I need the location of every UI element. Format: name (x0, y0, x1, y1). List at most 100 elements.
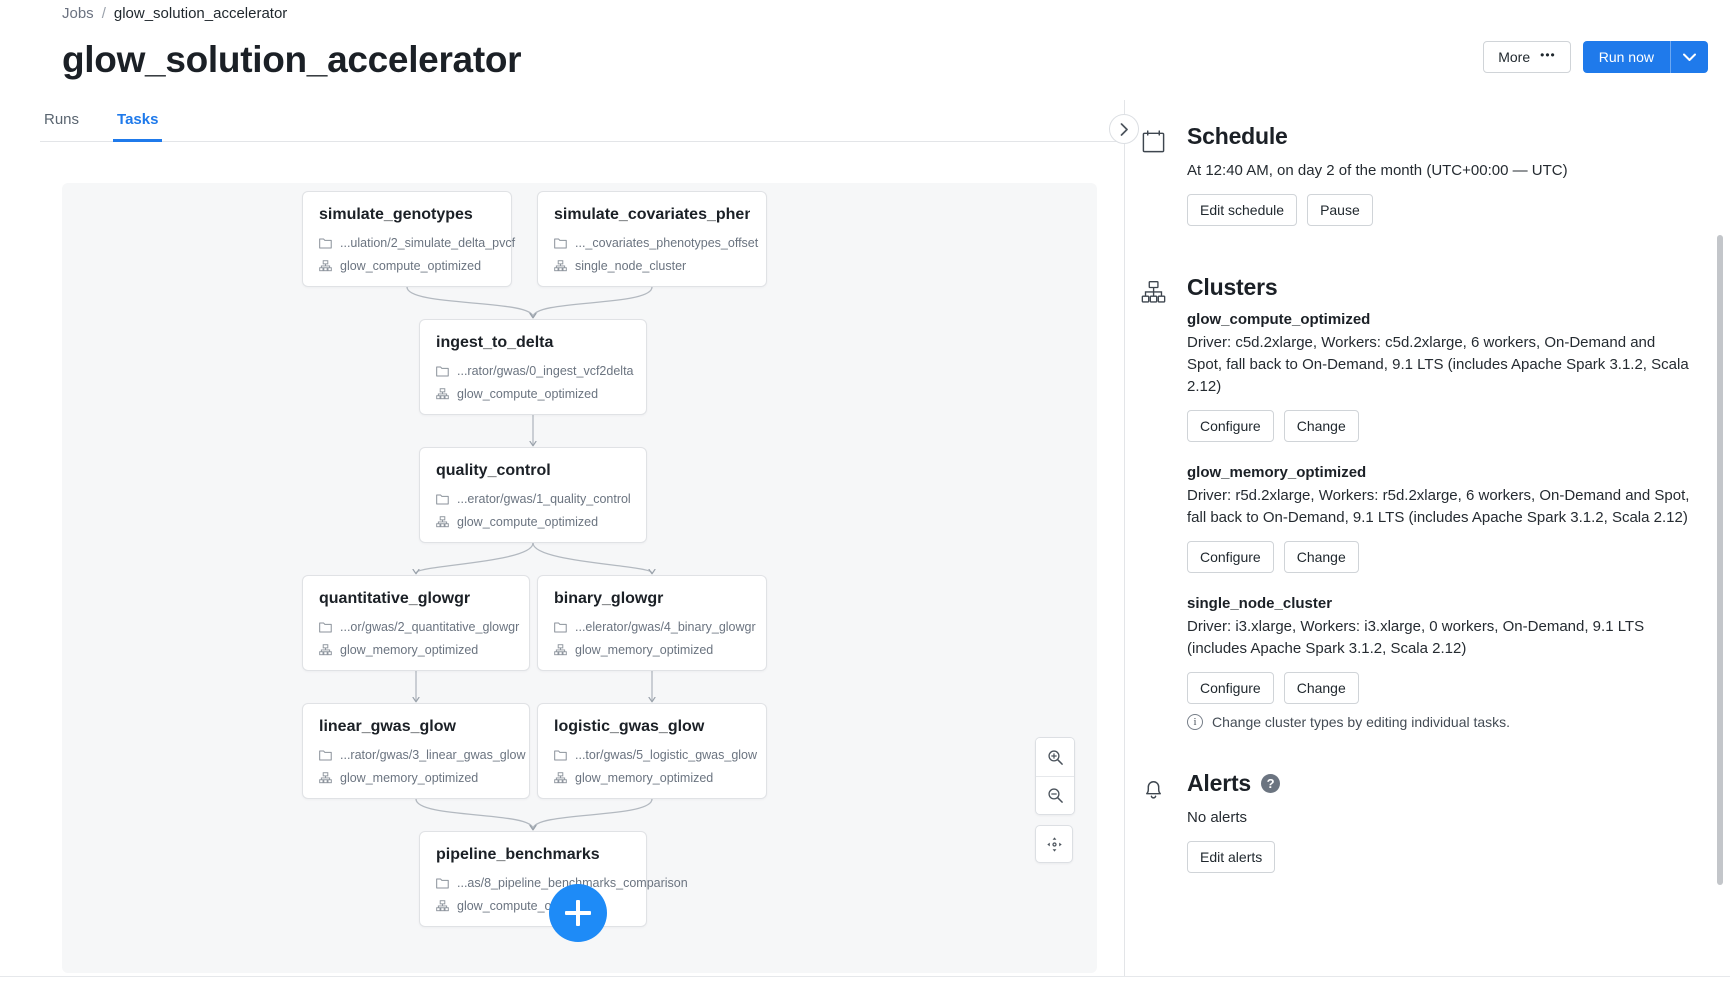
page-title: glow_solution_accelerator (62, 39, 522, 80)
schedule-heading: Schedule (1187, 123, 1288, 149)
change-cluster-button[interactable]: Change (1283, 410, 1359, 442)
run-now-button-group: Run now (1582, 41, 1708, 73)
task-node[interactable]: ingest_to_delta ...rator/gwas/0_ingest_v… (419, 319, 647, 415)
task-node-cluster: glow_memory_optimized (340, 643, 479, 657)
task-node[interactable]: linear_gwas_glow ...rator/gwas/3_linear_… (302, 703, 530, 799)
cluster-name: glow_memory_optimized (1187, 464, 1367, 481)
task-graph-canvas[interactable]: simulate_genotypes ...ulation/2_simulate… (62, 183, 1097, 973)
task-node-title: logistic_gwas_glow (554, 718, 705, 735)
fit-view-icon (1046, 836, 1062, 852)
task-node-path: ...elerator/gwas/4_binary_glowgr (575, 620, 756, 634)
calendar-icon (1142, 130, 1165, 153)
schedule-description: At 12:40 AM, on day 2 of the month (UTC+… (1187, 162, 1568, 179)
job-details-sidebar: Schedule At 12:40 AM, on day 2 of the mo… (1125, 101, 1730, 990)
jobs-task-graph-page: Jobs / glow_solution_accelerator glow_so… (0, 0, 1730, 990)
edit-schedule-button[interactable]: Edit schedule (1187, 194, 1298, 226)
breadcrumb-jobs-link[interactable]: Jobs (62, 5, 94, 22)
schedule-body: Schedule At 12:40 AM, on day 2 of the mo… (1187, 123, 1690, 248)
task-node-path: ...or/gwas/2_quantitative_glowgr (340, 620, 520, 634)
graph-zoom-controls (1035, 737, 1075, 863)
add-task-button[interactable] (549, 884, 607, 942)
zoom-in-icon (1047, 749, 1063, 765)
cluster-icon (554, 644, 567, 656)
task-node[interactable]: quality_control ...erator/gwas/1_quality… (419, 447, 647, 543)
header-actions: More ••• Run now (1483, 41, 1708, 73)
zoom-out-icon (1047, 788, 1063, 803)
run-now-button[interactable]: Run now (1582, 41, 1670, 73)
edit-alerts-button[interactable]: Edit alerts (1187, 841, 1276, 873)
task-node-cluster-row: glow_compute_optimized (436, 515, 630, 529)
alerts-buttons: Edit alerts (1187, 841, 1690, 873)
alerts-empty-text: No alerts (1187, 809, 1248, 826)
task-node[interactable]: binary_glowgr ...elerator/gwas/4_binary_… (537, 575, 767, 671)
task-node[interactable]: quantitative_glowgr ...or/gwas/2_quantit… (302, 575, 530, 671)
folder-icon (554, 622, 567, 633)
zoom-button-stack (1035, 737, 1075, 815)
configure-cluster-button[interactable]: Configure (1187, 541, 1274, 573)
task-node-title: simulate_genotypes (319, 206, 473, 223)
cluster-spec: Driver: r5d.2xlarge, Workers: r5d.2xlarg… (1187, 487, 1690, 526)
cluster-note-text: Change cluster types by editing individu… (1212, 714, 1511, 730)
cluster-note: i Change cluster types by editing indivi… (1187, 714, 1690, 730)
cluster-icon (319, 644, 332, 656)
folder-icon (436, 494, 449, 505)
configure-cluster-button[interactable]: Configure (1187, 672, 1274, 704)
task-node-cluster-row: single_node_cluster (554, 259, 750, 273)
task-node-cluster: glow_compute_optimized (457, 387, 599, 401)
folder-icon (319, 238, 332, 249)
zoom-in-button[interactable] (1036, 738, 1074, 776)
folder-icon (554, 238, 567, 249)
task-node-path-row: ...as/8_pipeline_benchmarks_comparison (436, 876, 688, 890)
folder-icon (554, 750, 567, 761)
change-cluster-button[interactable]: Change (1283, 672, 1359, 704)
clusters-icon-wrap (1141, 274, 1187, 730)
cluster-item: glow_compute_optimized Driver: c5d.2xlar… (1187, 311, 1690, 442)
run-now-dropdown-button[interactable] (1670, 41, 1708, 73)
task-node-title: quantitative_glowgr (319, 590, 471, 607)
ellipsis-icon: ••• (1540, 48, 1556, 62)
task-node-title: pipeline_benchmarks (436, 846, 600, 863)
calendar-icon-wrap (1141, 123, 1187, 248)
task-node[interactable]: simulate_covariates_phen... ..._covariat… (537, 191, 767, 287)
configure-cluster-button[interactable]: Configure (1187, 410, 1274, 442)
tab-tasks[interactable]: Tasks (113, 111, 163, 142)
task-node-cluster: glow_memory_optimized (575, 643, 714, 657)
clusters-section: Clusters glow_compute_optimized Driver: … (1125, 274, 1730, 730)
task-graph-inner: simulate_genotypes ...ulation/2_simulate… (62, 183, 1097, 973)
schedule-buttons: Edit schedule Pause (1187, 194, 1690, 226)
tab-runs[interactable]: Runs (40, 111, 83, 142)
folder-icon (319, 622, 332, 633)
pause-schedule-button[interactable]: Pause (1307, 194, 1373, 226)
task-node[interactable]: logistic_gwas_glow ...tor/gwas/5_logisti… (537, 703, 767, 799)
help-icon[interactable]: ? (1261, 774, 1280, 793)
task-node-title: quality_control (436, 462, 551, 479)
cluster-icon (319, 260, 332, 272)
task-node[interactable]: pipeline_benchmarks ...as/8_pipeline_ben… (419, 831, 688, 927)
alerts-icon-wrap (1141, 770, 1187, 895)
folder-icon (436, 366, 449, 377)
chevron-down-icon (1683, 53, 1696, 61)
cluster-icon (436, 516, 449, 528)
task-node-title: simulate_covariates_phen... (554, 206, 750, 223)
folder-icon (436, 878, 449, 889)
more-button[interactable]: More ••• (1483, 41, 1571, 73)
breadcrumb: Jobs / glow_solution_accelerator (62, 2, 287, 24)
breadcrumb-current: glow_solution_accelerator (113, 4, 288, 22)
task-node-path: ...rator/gwas/3_linear_gwas_glow (340, 748, 526, 762)
cluster-buttons: Configure Change (1187, 541, 1690, 573)
cluster-icon (436, 900, 449, 912)
collapse-sidebar-button[interactable] (1109, 114, 1139, 144)
zoom-out-button[interactable] (1036, 776, 1074, 814)
task-node-path-row: ...erator/gwas/1_quality_control (436, 492, 631, 506)
sidebar-scrollbar[interactable] (1717, 235, 1723, 885)
change-cluster-button[interactable]: Change (1283, 541, 1359, 573)
task-node-path-row: ...rator/gwas/0_ingest_vcf2delta (436, 364, 634, 378)
alerts-heading-row: Alerts ? (1187, 770, 1690, 797)
task-node[interactable]: simulate_genotypes ...ulation/2_simulate… (302, 191, 515, 287)
task-node-cluster: single_node_cluster (575, 259, 687, 273)
fit-view-button[interactable] (1035, 825, 1073, 863)
task-node-cluster-row: glow_memory_optimized (554, 643, 750, 657)
task-node-path-row: ...ulation/2_simulate_delta_pvcf (319, 236, 515, 250)
task-node-path: ...rator/gwas/0_ingest_vcf2delta (457, 364, 634, 378)
task-node-path-row: ..._covariates_phenotypes_offset (554, 236, 758, 250)
